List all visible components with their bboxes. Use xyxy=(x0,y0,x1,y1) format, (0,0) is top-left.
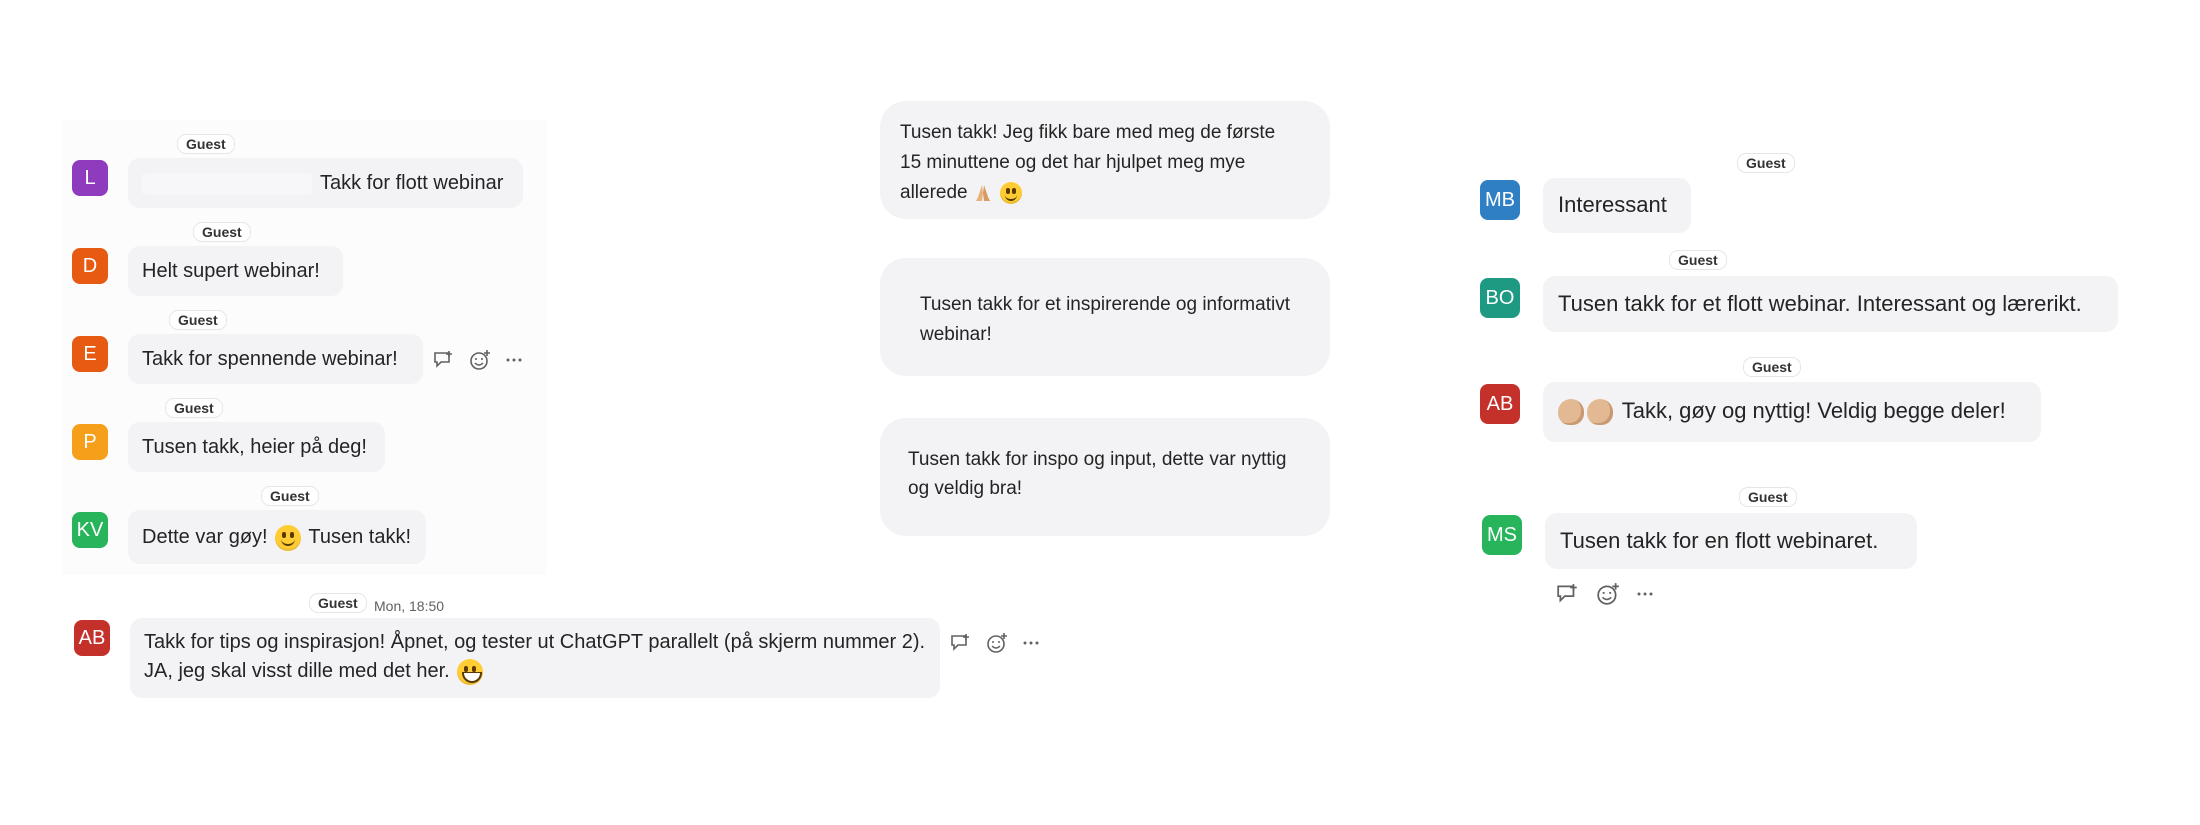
message-text: Tusen takk! xyxy=(308,526,412,548)
guest-tag: Guest xyxy=(166,399,222,417)
grinning-face-icon xyxy=(457,658,484,685)
message-text: allerede xyxy=(900,182,968,203)
slightly-smiling-face-icon xyxy=(275,524,302,551)
message-text: 15 minuttene og det har hjulpet meg mye xyxy=(900,152,1246,173)
avatar[interactable]: L xyxy=(72,160,108,196)
smiling-face-icon xyxy=(1000,181,1023,204)
message-bubble[interactable]: Tusen takk for en flott webinaret. xyxy=(1545,513,1917,569)
message-text: Tusen takk for et flott webinar. Interes… xyxy=(1558,291,2082,316)
message-bubble[interactable]: Interessant xyxy=(1543,178,1691,233)
reply-icon[interactable] xyxy=(1556,583,1580,605)
guest-tag: Guest xyxy=(1670,251,1726,269)
message-actions xyxy=(950,632,1040,654)
add-reaction-icon[interactable] xyxy=(1596,582,1620,606)
message-text: Takk for tips og inspirasjon! Åpnet, og … xyxy=(144,631,926,653)
avatar[interactable]: E xyxy=(72,336,108,372)
avatar[interactable]: MS xyxy=(1482,515,1522,555)
folded-hands-icon xyxy=(973,183,993,203)
add-reaction-icon[interactable] xyxy=(469,349,491,371)
message-text: Interessant xyxy=(1558,192,1667,217)
guest-tag: Guest xyxy=(310,594,366,612)
message-text: Takk, gøy og nyttig! Veldig begge deler! xyxy=(1621,398,2006,423)
guest-tag: Guest xyxy=(178,135,234,153)
guest-tag: Guest xyxy=(262,487,318,505)
reply-icon[interactable] xyxy=(433,350,455,370)
guest-tag: Guest xyxy=(194,223,250,241)
message-text: Tusen takk, heier på deg! xyxy=(142,436,367,458)
avatar[interactable]: BO xyxy=(1480,278,1520,318)
more-options-icon[interactable] xyxy=(505,357,523,363)
message-card[interactable]: Tusen takk for et inspirerende og inform… xyxy=(880,258,1330,376)
guest-tag: Guest xyxy=(170,311,226,329)
message-bubble[interactable]: Tusen takk, heier på deg! xyxy=(128,422,385,472)
message-bubble[interactable]: Takk, gøy og nyttig! Veldig begge deler! xyxy=(1543,382,2041,442)
message-text: og veldig bra! xyxy=(908,478,1023,499)
message-text: Tusen takk! Jeg fikk bare med meg de før… xyxy=(900,122,1276,143)
message-text: Tusen takk for et inspirerende og inform… xyxy=(920,294,1290,315)
avatar[interactable]: KV xyxy=(72,512,108,548)
message-text: webinar! xyxy=(920,324,992,345)
redacted-text xyxy=(142,172,312,195)
message-actions xyxy=(433,349,523,371)
guest-tag: Guest xyxy=(1738,154,1794,172)
more-options-icon[interactable] xyxy=(1022,640,1040,646)
reply-icon[interactable] xyxy=(950,633,972,653)
add-reaction-icon[interactable] xyxy=(986,632,1008,654)
message-card[interactable]: Tusen takk for inspo og input, dette var… xyxy=(880,418,1330,536)
message-actions xyxy=(1556,582,1654,606)
more-options-icon[interactable] xyxy=(1636,591,1654,597)
message-text: Dette var gøy! xyxy=(142,526,268,548)
message-bubble[interactable]: Takk for tips og inspirasjon! Åpnet, og … xyxy=(130,618,940,698)
avatar[interactable]: MB xyxy=(1480,180,1520,220)
message-text: Takk for flott webinar xyxy=(320,172,504,194)
guest-tag: Guest xyxy=(1740,488,1796,506)
timestamp: Mon, 18:50 xyxy=(374,598,445,614)
message-bubble[interactable]: Takk for spennende webinar! xyxy=(128,334,423,384)
message-text: Takk for spennende webinar! xyxy=(142,348,398,370)
avatar[interactable]: AB xyxy=(1480,384,1520,424)
message-text: Tusen takk for inspo og input, dette var… xyxy=(908,449,1287,470)
message-bubble[interactable]: Tusen takk for et flott webinar. Interes… xyxy=(1543,276,2118,332)
avatar[interactable]: D xyxy=(72,248,108,284)
clapping-hands-icon xyxy=(1558,399,1584,426)
message-text: JA, jeg skal visst dille med det her. xyxy=(144,660,450,682)
message-text: Tusen takk for en flott webinaret. xyxy=(1560,528,1879,553)
message-bubble[interactable]: Takk for flott webinar xyxy=(128,158,523,208)
message-text: Helt supert webinar! xyxy=(142,260,320,282)
message-bubble[interactable]: Dette var gøy! Tusen takk! xyxy=(128,510,426,564)
message-bubble[interactable]: Helt supert webinar! xyxy=(128,246,343,296)
avatar[interactable]: AB xyxy=(74,620,110,656)
message-card[interactable]: Tusen takk! Jeg fikk bare med meg de før… xyxy=(880,101,1330,219)
guest-tag: Guest xyxy=(1744,358,1800,376)
clapping-hands-icon xyxy=(1587,399,1613,426)
avatar[interactable]: P xyxy=(72,424,108,460)
